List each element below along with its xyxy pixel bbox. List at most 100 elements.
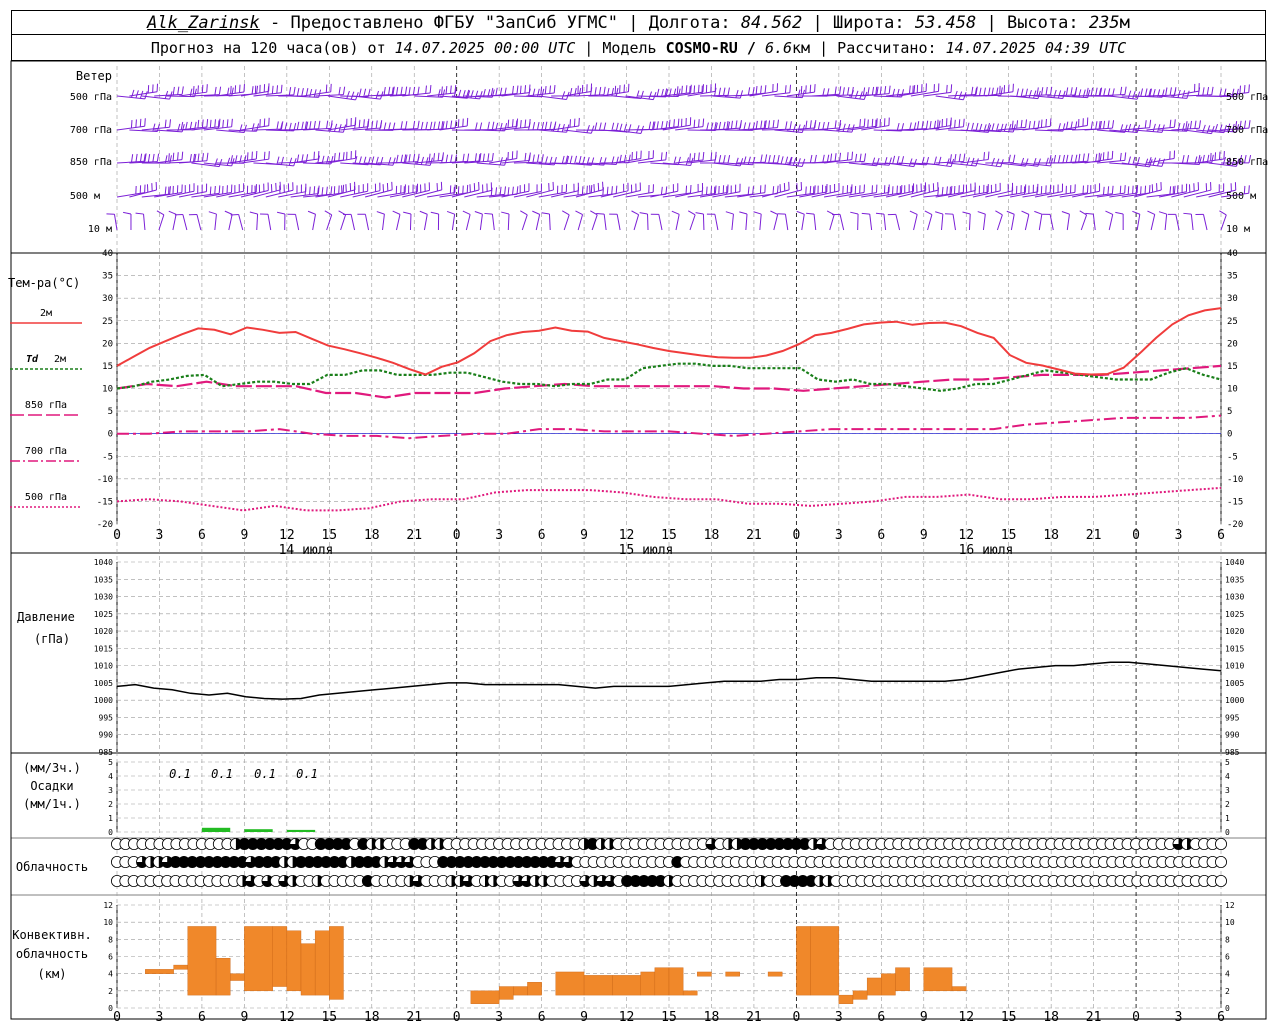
wind-feather <box>983 152 985 161</box>
wind-shaft <box>423 214 428 231</box>
date-label-15: 15 июля <box>619 543 674 558</box>
wind-feather <box>871 86 875 95</box>
wind-feather <box>507 119 510 128</box>
wind-feather <box>581 186 584 195</box>
wind-feather <box>1165 87 1168 96</box>
wind-barb-l4-21 <box>403 211 412 231</box>
wind-feather <box>536 88 540 97</box>
temp-xtick-21: 15 <box>1001 528 1017 543</box>
wind-label: Ветер <box>76 69 112 83</box>
temp-tick-left-4: 0 <box>108 430 113 440</box>
temp-xtick-26: 6 <box>1217 528 1225 543</box>
prec-tick-right-5: 5 <box>1225 758 1230 767</box>
wind-feather <box>789 84 792 93</box>
prec-tick-left-0: 0 <box>108 828 113 837</box>
wind-shaft <box>702 213 705 231</box>
wind-feather <box>296 88 300 97</box>
wind-feather <box>408 87 411 96</box>
wind-feather <box>218 185 221 194</box>
wind-shaft <box>382 214 385 231</box>
wind-feather <box>479 91 483 99</box>
conv-tick-left-6: 12 <box>103 901 113 910</box>
wind-feather <box>809 84 812 93</box>
temp-xtick-0: 0 <box>113 528 121 543</box>
wind-feather <box>1173 185 1176 194</box>
wind-feather <box>1057 90 1062 99</box>
wind-level-500m-left: 500 м <box>70 191 100 202</box>
wind-feather <box>528 154 531 163</box>
wind-feather <box>288 157 293 166</box>
wind-shaft <box>982 214 986 231</box>
wind-feather <box>1149 119 1152 128</box>
legend-td-unit: 2м <box>54 354 66 365</box>
wind-feather <box>1219 210 1227 216</box>
wind-barb-l3-64 <box>910 182 939 198</box>
temp-xtick-11: 9 <box>580 528 588 543</box>
wind-shaft <box>535 214 541 231</box>
wind-feather <box>484 212 493 215</box>
wind-feather <box>445 154 449 163</box>
wind-feather <box>574 87 577 96</box>
wind-feather <box>491 152 494 162</box>
wind-feather <box>516 85 519 94</box>
wind-feather <box>1090 121 1094 130</box>
wind-feather <box>1157 124 1161 133</box>
prec-tick-left-5: 5 <box>108 758 113 767</box>
wind-feather <box>979 87 982 96</box>
wind-barb-l4-20 <box>392 210 401 231</box>
wind-barb-l4-55 <box>875 212 887 231</box>
wind-feather <box>346 90 350 99</box>
pres-tick-right-2: 995 <box>1225 713 1240 722</box>
wind-barb-l2-7 <box>203 157 235 167</box>
wind-feather <box>403 211 412 215</box>
wind-feather <box>1065 87 1069 96</box>
wind-feather <box>834 86 837 95</box>
wind-barb-l3-76 <box>1059 184 1089 198</box>
wind-feather <box>313 120 316 129</box>
wind-shaft <box>577 214 584 231</box>
temp-tick-right-5: 5 <box>1227 407 1232 417</box>
wind-feather <box>209 186 212 195</box>
wind-feather <box>206 152 209 161</box>
wind-feather <box>809 120 812 129</box>
wind-feather <box>309 121 312 130</box>
wind-barb-l4-1 <box>123 211 132 231</box>
conv-xtick-16: 0 <box>792 1010 800 1024</box>
wind-feather <box>1028 121 1031 130</box>
wind-feather <box>226 157 231 166</box>
wind-feather <box>871 118 874 127</box>
conv-xtick-1: 3 <box>156 1010 164 1024</box>
temp-tick-left-7: 15 <box>102 362 113 372</box>
wind-feather <box>139 118 142 127</box>
date-label-16: 16 июля <box>959 543 1014 558</box>
wind-feather <box>963 153 966 162</box>
pres-tick-left-6: 1015 <box>94 644 113 653</box>
wind-feather <box>495 87 498 96</box>
wind-feather <box>130 120 133 129</box>
wind-feather <box>656 88 660 97</box>
wind-feather <box>590 125 595 134</box>
temp-xtick-23: 21 <box>1086 528 1102 543</box>
wind-feather <box>1135 186 1138 195</box>
wind-feather <box>747 87 751 96</box>
wind-feather <box>834 120 837 129</box>
wind-feather <box>1049 154 1052 164</box>
wind-feather <box>760 120 763 129</box>
wind-feather <box>192 86 195 95</box>
wind-feather <box>954 153 957 163</box>
wind-feather <box>797 124 801 133</box>
conv-bar-4 <box>230 973 245 981</box>
precip-label: Осадки <box>30 779 73 793</box>
wind-feather <box>536 154 540 163</box>
wind-feather <box>977 211 986 215</box>
wind-feather <box>304 187 307 196</box>
wind-feather <box>209 119 212 128</box>
wind-barb-l1-37 <box>575 122 607 131</box>
wind-feather <box>809 185 812 194</box>
wind-barb-l4-12 <box>276 211 286 231</box>
pres-tick-right-4: 1005 <box>1225 679 1244 688</box>
wind-feather <box>214 185 216 195</box>
wind-feather <box>243 124 247 133</box>
wind-feather <box>725 211 734 215</box>
wind-shaft <box>633 214 640 231</box>
